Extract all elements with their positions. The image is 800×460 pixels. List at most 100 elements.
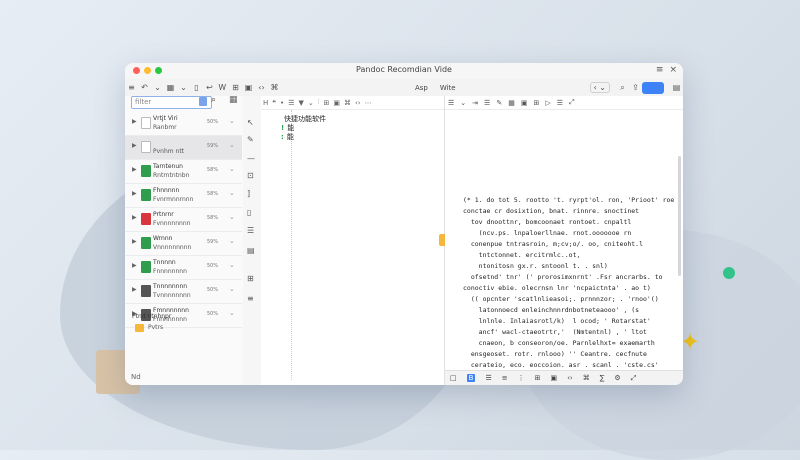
square-icon[interactable]: □ — [450, 374, 457, 382]
formula-icon[interactable]: ∑ — [600, 374, 605, 382]
menu-icon[interactable]: ≡ — [656, 65, 664, 75]
chevron-down-icon[interactable]: ⌄ — [229, 117, 235, 125]
chevron-down-icon[interactable]: ⌄ — [308, 99, 314, 107]
chevron-down-icon[interactable]: ⌄ — [229, 261, 235, 269]
file-icon[interactable]: ▯ — [247, 208, 251, 217]
expand-arrow-icon[interactable]: ▶ — [132, 214, 137, 221]
upload-icon[interactable]: ⇪ — [629, 83, 642, 92]
chevron-down-icon[interactable]: ⌄ — [229, 285, 235, 293]
code-icon[interactable]: ‹› — [355, 99, 361, 107]
expand-arrow-icon[interactable]: ▶ — [132, 190, 137, 197]
image-icon[interactable]: ▣ — [550, 374, 557, 382]
filter-icon[interactable]: ▼ — [298, 99, 303, 107]
window-actions: ≡ × — [656, 65, 677, 75]
edit-icon[interactable]: ✎ — [496, 99, 502, 107]
indent-icon[interactable]: ⇥ — [472, 99, 478, 107]
sidebar-file-item[interactable]: ▶ Tnnnnnnnn Tvnnnnnnnn 50% ⌄ — [125, 280, 242, 304]
folder-item[interactable]: Pvtrs — [148, 324, 163, 331]
pen-icon[interactable]: ✎ — [247, 135, 254, 144]
list-icon[interactable]: ☰ — [484, 99, 490, 107]
list-icon[interactable]: ☰ — [557, 99, 563, 107]
frame-icon[interactable]: ⊡ — [247, 171, 254, 180]
chevron-down-icon[interactable]: ⌄ — [229, 309, 235, 317]
search-options-button[interactable] — [199, 97, 207, 106]
align-icon[interactable]: ⫶ — [318, 98, 320, 107]
link-icon[interactable]: ⌘ — [268, 83, 281, 92]
editor-line[interactable]: :能 — [281, 132, 294, 142]
sidebar-file-item[interactable]: ▶ Fhnnnnn Fvnrmnnrnnn 58% ⌄ — [125, 184, 242, 208]
search-icon[interactable]: ⌕ — [211, 95, 216, 105]
back-icon[interactable]: ↶ — [138, 83, 151, 92]
sidebar-file-item[interactable]: ▶ Prtnrnr Fvnnnnnnnn 58% ⌄ — [125, 208, 242, 232]
table-icon[interactable]: ⊞ — [323, 99, 329, 107]
image-icon[interactable]: ▣ — [521, 99, 528, 107]
format-icon[interactable]: Ꮃ — [216, 83, 229, 93]
settings-icon[interactable]: ⚙ — [614, 374, 620, 382]
code-icon[interactable]: ‹› — [567, 374, 573, 382]
file-icon[interactable]: ▯ — [190, 83, 203, 92]
pointer-icon[interactable]: ↖ — [247, 118, 254, 127]
chevron-down-icon[interactable]: ⌄ — [229, 237, 235, 245]
list-icon[interactable]: ☰ — [247, 226, 254, 235]
sidebar-file-item[interactable]: ▶ Tnnnnn Fnnnnnnnn 50% ⌄ — [125, 256, 242, 280]
align-center-icon[interactable]: ≡ — [502, 374, 508, 382]
list-icon[interactable]: ⋮ — [518, 374, 525, 382]
expand-arrow-icon[interactable]: ▶ — [132, 166, 137, 173]
expand-icon[interactable]: ⤢ — [569, 98, 575, 107]
align-left-icon[interactable]: ☰ — [485, 374, 491, 382]
chevron-down-icon[interactable]: ⌄ — [229, 189, 235, 197]
bullet-icon[interactable]: • — [280, 99, 284, 107]
link-icon[interactable]: ⌘ — [344, 99, 351, 107]
play-icon[interactable]: ▷ — [545, 99, 550, 107]
view-label[interactable]: Wite — [440, 84, 456, 92]
link-icon[interactable]: ⌘ — [583, 374, 590, 382]
undo-icon[interactable]: ↩ — [203, 83, 216, 92]
chevron-down-icon[interactable]: ⌄ — [229, 165, 235, 173]
view-toggle-button[interactable] — [642, 81, 665, 94]
sidebar-file-item[interactable]: ▶ Wrnnn Vnnnnnnnnn 59% ⌄ — [125, 232, 242, 256]
sidebar-file-item[interactable]: ▶ Tarntenun Rntrntntnbn 58% ⌄ — [125, 160, 242, 184]
chevron-down-icon[interactable]: ⌄ — [151, 83, 164, 92]
nav-back-forward[interactable]: ‹ ⌄ — [589, 82, 611, 93]
more-icon[interactable]: ⋯ — [365, 99, 372, 107]
heading-icon[interactable]: H — [263, 99, 268, 107]
table-icon[interactable]: ⊞ — [229, 83, 242, 92]
table-icon[interactable]: ⊞ — [535, 374, 541, 382]
code-preview-pane[interactable]: ☰ ⌄ ⇥ ☰ ✎ ▦ ▣ ⊞ ▷ ☰ ⤢ (* 1. do tot 5. ro… — [445, 96, 683, 385]
sidebar-file-item[interactable]: ▶ Pvnhm ntt 59% ⌄ — [125, 136, 242, 160]
search-icon[interactable]: ⌕ — [616, 83, 629, 93]
table-icon[interactable]: ⊞ — [247, 274, 254, 283]
grid-icon[interactable]: ▦ — [164, 83, 177, 92]
chevron-down-icon[interactable]: ⌄ — [229, 141, 235, 149]
more-icon[interactable]: ≡ — [247, 294, 254, 303]
grid-view-icon[interactable]: ▦ — [229, 95, 238, 105]
image-icon[interactable]: ▣ — [333, 99, 340, 107]
chevron-down-icon[interactable]: ⌄ — [460, 99, 466, 107]
bracket-icon[interactable]: ] — [247, 189, 250, 198]
menu-icon[interactable]: ≡ — [125, 83, 138, 92]
expand-arrow-icon[interactable]: ▶ — [132, 238, 137, 245]
expand-arrow-icon[interactable]: ▶ — [132, 262, 137, 269]
expand-arrow-icon[interactable]: ▶ — [132, 118, 137, 125]
file-icon — [141, 189, 151, 201]
chevron-down-icon[interactable]: ⌄ — [177, 83, 190, 92]
expand-icon[interactable]: ⤢ — [631, 374, 637, 383]
close-icon[interactable]: × — [669, 65, 677, 75]
image-icon[interactable]: ▣ — [242, 83, 255, 92]
editor-pane[interactable]: H ❝ • ☰ ▼ ⌄ ⫶ ⊞ ▣ ⌘ ‹› ⋯ 快捷功能软件 ! 能 :能 — [261, 96, 445, 385]
sidebar-toggle-icon[interactable]: ▤ — [670, 83, 683, 92]
expand-arrow-icon[interactable]: ▶ — [132, 286, 137, 293]
list-icon[interactable]: ☰ — [288, 99, 294, 107]
expand-arrow-icon[interactable]: ▶ — [132, 142, 137, 149]
bold-icon[interactable]: B — [466, 374, 476, 382]
sidebar-file-item[interactable]: ▶ Vrtjt Viri Ranbmr 50% ⌄ — [125, 112, 242, 136]
quote-icon[interactable]: ❝ — [272, 99, 276, 107]
preview-scrollbar[interactable] — [678, 156, 681, 276]
layers-icon[interactable]: ▤ — [247, 246, 255, 255]
table-icon[interactable]: ⊞ — [533, 99, 539, 107]
search-label[interactable]: Asp — [415, 84, 428, 92]
chevron-down-icon[interactable]: ⌄ — [229, 213, 235, 221]
list-icon[interactable]: ☰ — [448, 99, 454, 107]
grid-icon[interactable]: ▦ — [508, 99, 515, 107]
code-icon[interactable]: ‹› — [255, 83, 268, 92]
